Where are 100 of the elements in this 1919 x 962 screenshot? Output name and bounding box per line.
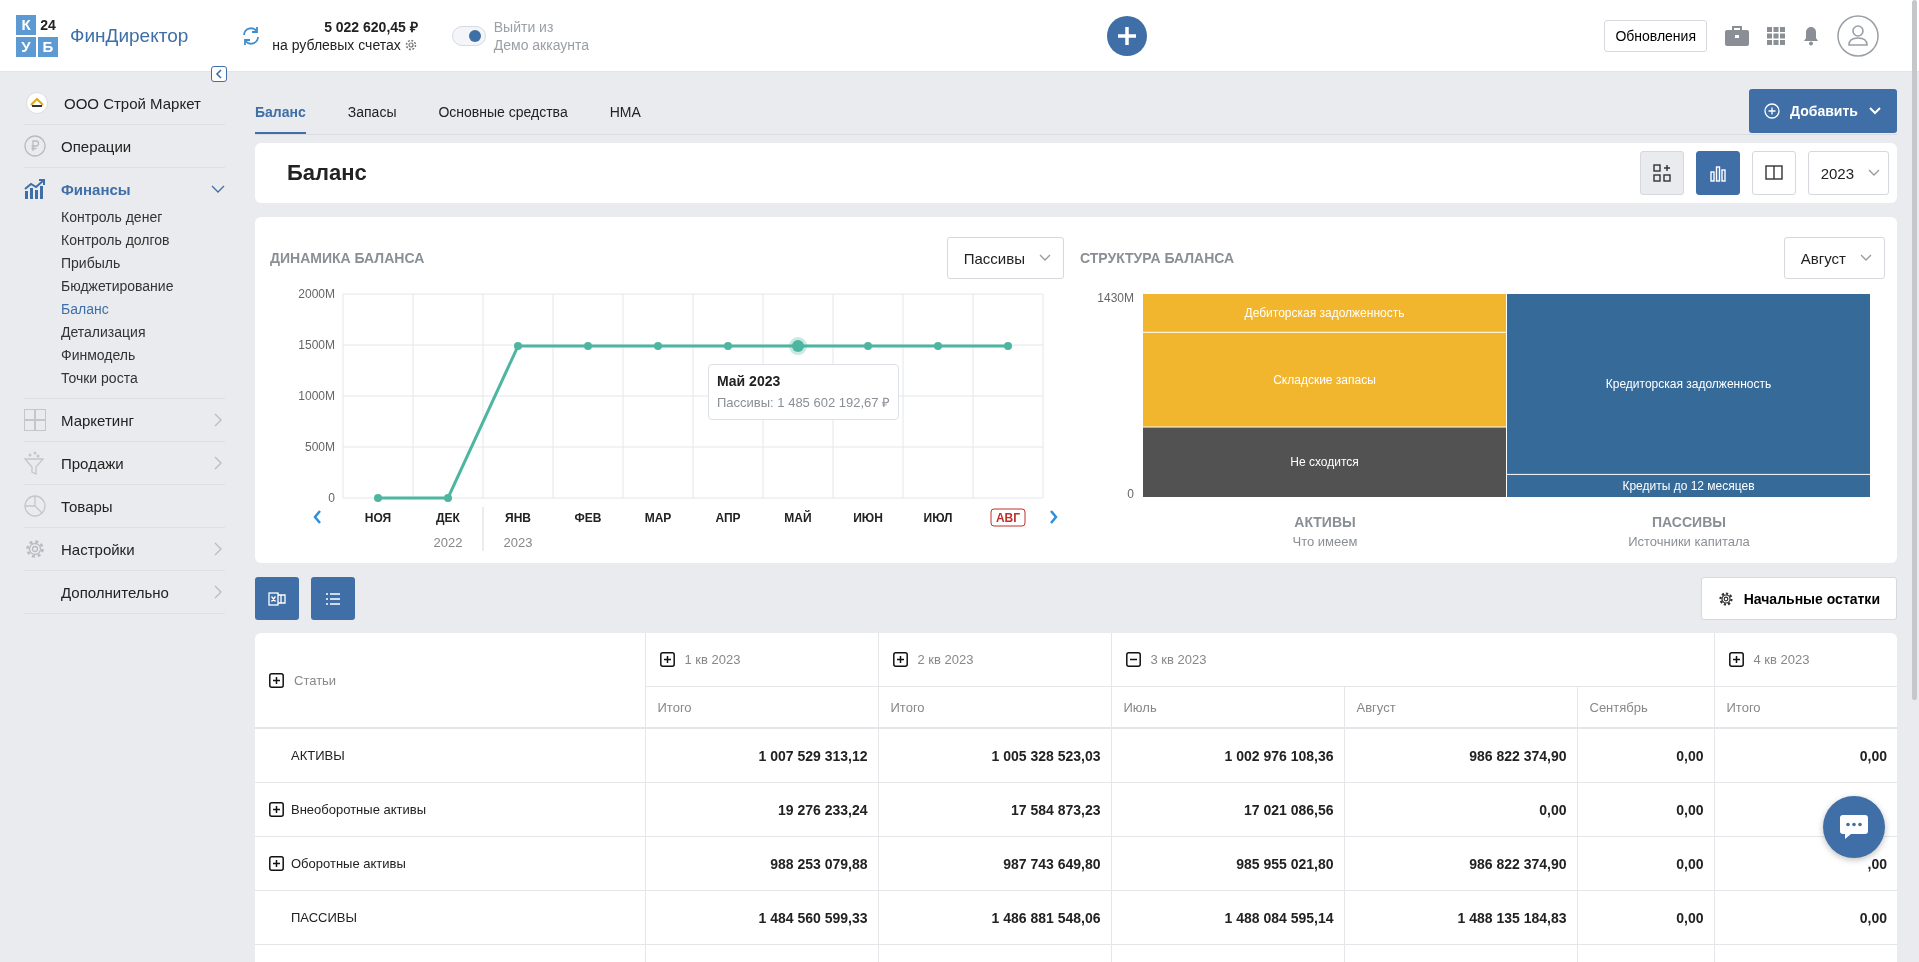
submenu-item[interactable]: Детализация xyxy=(61,321,146,344)
month-label[interactable]: АПР xyxy=(715,511,741,525)
series-label: Кредиторская задолженность xyxy=(1605,376,1772,391)
current-month-label[interactable]: АВГ xyxy=(990,508,1026,527)
table-cell: 986 822 374,90 xyxy=(1469,747,1567,764)
highlighted-point[interactable] xyxy=(789,337,807,355)
row-label[interactable]: ПАССИВЫ xyxy=(291,910,358,925)
logo-letter: 24 xyxy=(39,15,57,35)
opening-balances-button[interactable]: Начальные остатки xyxy=(1700,577,1897,620)
series-label: Не сходится xyxy=(1290,455,1359,470)
nav-item[interactable]: Маркетинг xyxy=(24,399,225,441)
chevron-right-icon[interactable] xyxy=(1050,510,1058,524)
avatar-icon[interactable] xyxy=(1837,14,1879,57)
data-point[interactable] xyxy=(1004,342,1012,350)
column-header: Статьи xyxy=(294,672,337,688)
month-label[interactable]: МАЙ xyxy=(784,511,812,525)
row-label[interactable]: Внеоборотные активы xyxy=(291,802,426,817)
nav-item[interactable]: Настройки xyxy=(24,528,225,570)
month-label[interactable]: ЯНВ xyxy=(505,511,531,525)
funnel-icon xyxy=(24,451,44,475)
chart-segment[interactable]: Не сходится xyxy=(1143,427,1506,497)
table-cell: 0,00 xyxy=(1859,909,1887,926)
expand-icon[interactable] xyxy=(659,652,675,667)
data-point[interactable] xyxy=(444,494,452,502)
plus-circle-icon xyxy=(1764,103,1781,119)
data-point[interactable] xyxy=(724,342,732,350)
chart-icon xyxy=(24,179,46,199)
balance-caption: на рублевых счетах xyxy=(272,35,401,54)
filter-select[interactable]: Пассивы xyxy=(946,237,1064,279)
tab[interactable]: Основные средства xyxy=(438,104,568,134)
month-label[interactable]: МАР xyxy=(644,511,672,525)
chat-icon xyxy=(1839,814,1869,840)
settings-icon[interactable] xyxy=(403,37,418,52)
table-cell: 1 005 328 523,03 xyxy=(991,747,1101,764)
chart-segment[interactable]: Кредиты до 12 месяцев xyxy=(1507,474,1870,497)
submenu-item[interactable]: Баланс xyxy=(61,298,109,321)
column-subheader: Сентябрь xyxy=(1589,699,1648,715)
chart-title: ДИНАМИКА БАЛАНСА xyxy=(270,250,425,266)
company-name[interactable]: ООО Строй Маркет xyxy=(64,94,201,112)
month-label[interactable]: ИЮН xyxy=(853,511,883,525)
month-label[interactable]: ИЮЛ xyxy=(923,511,953,525)
nav-item[interactable]: Товары xyxy=(24,485,225,527)
row-label[interactable]: АКТИВЫ xyxy=(291,748,345,763)
month-label[interactable]: ФЕВ xyxy=(574,511,602,525)
column-header: 4 кв 2023 xyxy=(1753,652,1810,667)
add-dropdown-button[interactable]: Добавить xyxy=(1749,89,1897,133)
list-view-button[interactable] xyxy=(311,577,355,620)
add-widget-button[interactable] xyxy=(1639,151,1684,195)
submenu-item[interactable]: Точки роста xyxy=(61,367,138,390)
data-point[interactable] xyxy=(374,494,382,502)
chart-view-button[interactable] xyxy=(1695,151,1740,195)
collapse-icon[interactable] xyxy=(1125,652,1141,667)
expand-row-icon[interactable] xyxy=(269,856,284,871)
series-label: Складские запасы xyxy=(1273,372,1376,387)
axis-label: 1430M xyxy=(1097,291,1134,305)
year-select[interactable]: 2023 xyxy=(1807,151,1889,195)
table-cell: ,00 xyxy=(1867,855,1887,872)
table-cell: 985 955 021,80 xyxy=(1236,855,1334,872)
data-point[interactable] xyxy=(654,342,662,350)
excel-export-button[interactable] xyxy=(255,577,299,620)
data-point[interactable] xyxy=(514,342,522,350)
submenu-item[interactable]: Финмодель xyxy=(61,344,136,367)
submenu-item[interactable]: Бюджетирование xyxy=(61,275,174,298)
month-label[interactable]: НОЯ xyxy=(364,511,392,525)
expand-row-icon[interactable] xyxy=(269,802,284,817)
submenu-item[interactable]: Контроль долгов xyxy=(61,229,170,252)
nav-item[interactable]: Дополнительно xyxy=(24,571,225,613)
social-grid-icon xyxy=(24,409,46,431)
expand-all-icon[interactable] xyxy=(269,672,284,688)
axis-label: 2000M xyxy=(298,289,335,301)
month-label[interactable]: ДЕК xyxy=(436,511,460,525)
scrollbar[interactable] xyxy=(1912,0,1917,700)
briefcase-icon[interactable] xyxy=(1725,25,1749,46)
data-point[interactable] xyxy=(584,342,592,350)
updates-button[interactable]: Обновления xyxy=(1604,19,1707,52)
table-cell: 0,00 xyxy=(1676,909,1704,926)
row-label[interactable]: Оборотные активы xyxy=(291,856,406,871)
add-button[interactable] xyxy=(1106,15,1147,56)
table-cell: 987 743 649,80 xyxy=(1003,855,1101,872)
tab[interactable]: Баланс xyxy=(255,104,306,134)
data-point[interactable] xyxy=(864,342,872,350)
nav-item[interactable]: Продажи xyxy=(24,442,225,484)
tab[interactable]: Запасы xyxy=(347,104,397,134)
expand-icon[interactable] xyxy=(892,652,908,667)
table-cell: 0,00 xyxy=(1676,747,1704,764)
demo-toggle[interactable] xyxy=(451,25,486,46)
expand-icon[interactable] xyxy=(1728,652,1744,667)
nav-item[interactable]: Операции xyxy=(24,125,225,167)
submenu-item[interactable]: Прибыль xyxy=(61,252,121,275)
data-point[interactable] xyxy=(934,342,942,350)
chevron-left-icon[interactable] xyxy=(313,510,321,524)
collapse-sidebar-button[interactable] xyxy=(211,66,227,82)
tab[interactable]: НМА xyxy=(609,104,641,134)
series-label: Дебиторская задолженность xyxy=(1244,305,1405,320)
book-view-button[interactable] xyxy=(1751,151,1796,195)
bell-icon[interactable] xyxy=(1803,25,1819,46)
apps-grid-icon[interactable] xyxy=(1767,26,1785,45)
chart-segment[interactable]: Кредиторская задолженность xyxy=(1507,294,1870,474)
month-select[interactable]: Август xyxy=(1783,237,1885,279)
plus-icon xyxy=(1115,24,1138,47)
